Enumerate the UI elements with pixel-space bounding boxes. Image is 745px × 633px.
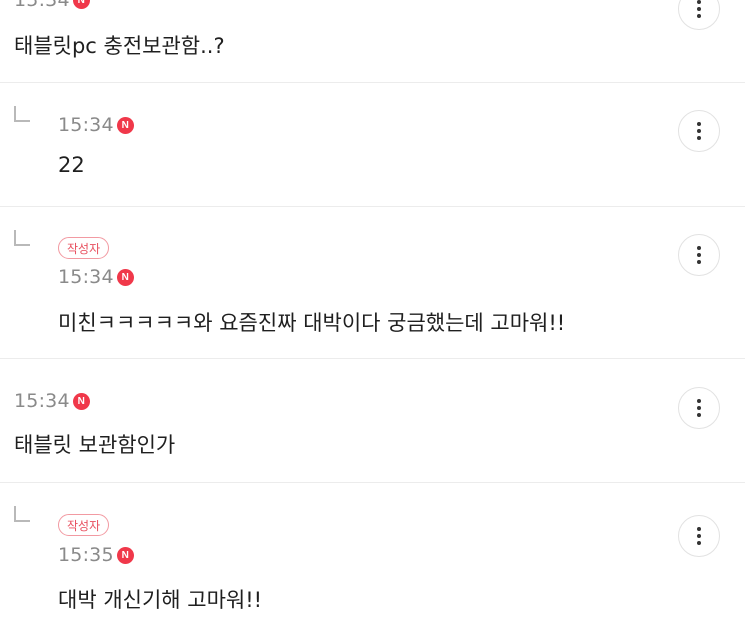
- comment-item: 15:34 N 태블릿pc 충전보관함..?: [0, 0, 745, 82]
- more-vertical-icon: [697, 246, 701, 250]
- comment-time: 15:34: [14, 390, 70, 412]
- comment-item: 15:34 N 22: [0, 83, 745, 206]
- comment-text: 대박 개신기해 고마워!!: [58, 588, 263, 612]
- author-badge: 작성자: [58, 237, 110, 259]
- comment-time: 15:34: [58, 114, 114, 136]
- comment-text: 태블릿 보관함인가: [14, 433, 176, 457]
- more-vertical-icon: [697, 0, 701, 4]
- more-vertical-icon-dot: [697, 253, 701, 257]
- comment-time-row: 15:34 N: [58, 265, 134, 289]
- more-options-button[interactable]: [678, 515, 720, 557]
- more-vertical-icon-dot: [697, 413, 701, 417]
- author-badge: 작성자: [58, 514, 110, 536]
- comment-text: 미친ㅋㅋㅋㅋㅋ와 요즘진짜 대박이다 궁금했는데 고마워!!: [58, 311, 566, 335]
- new-badge: N: [72, 0, 90, 9]
- new-badge: N: [72, 392, 90, 410]
- more-vertical-icon: [697, 399, 701, 403]
- more-options-button[interactable]: [678, 234, 720, 276]
- more-vertical-icon-dot: [697, 14, 701, 18]
- comment-time-row: 15:35 N: [58, 543, 134, 567]
- more-vertical-icon: [697, 122, 701, 126]
- comment-time-row: 15:34 N: [58, 113, 134, 137]
- comment-time-row: 15:34 N: [14, 389, 90, 413]
- comment-time: 15:34: [58, 266, 114, 288]
- reply-arrow-icon: [14, 106, 30, 122]
- comment-item: 작성자 15:34 N 미친ㅋㅋㅋㅋㅋ와 요즘진짜 대박이다 궁금했는데 고마워…: [0, 207, 745, 358]
- more-vertical-icon-dot: [697, 541, 701, 545]
- more-options-button[interactable]: [678, 110, 720, 152]
- more-vertical-icon-dot: [697, 129, 701, 133]
- more-options-button[interactable]: [678, 387, 720, 429]
- new-badge: N: [116, 546, 134, 564]
- comment-text: 22: [58, 153, 85, 177]
- comment-time: 15:34: [14, 0, 70, 11]
- more-vertical-icon-dot: [697, 534, 701, 538]
- more-vertical-icon-dot: [697, 7, 701, 11]
- new-badge: N: [116, 268, 134, 286]
- comment-text: 태블릿pc 충전보관함..?: [14, 34, 225, 58]
- reply-arrow-icon: [14, 506, 30, 522]
- comment-time: 15:35: [58, 544, 114, 566]
- more-vertical-icon-dot: [697, 406, 701, 410]
- new-badge: N: [116, 116, 134, 134]
- more-vertical-icon-dot: [697, 136, 701, 140]
- more-options-button[interactable]: [678, 0, 720, 30]
- comment-time-row: 15:34 N: [14, 0, 90, 12]
- more-vertical-icon: [697, 527, 701, 531]
- reply-arrow-icon: [14, 230, 30, 246]
- more-vertical-icon-dot: [697, 260, 701, 264]
- comment-item: 15:34 N 태블릿 보관함인가: [0, 359, 745, 482]
- comment-item: 작성자 15:35 N 대박 개신기해 고마워!!: [0, 483, 745, 633]
